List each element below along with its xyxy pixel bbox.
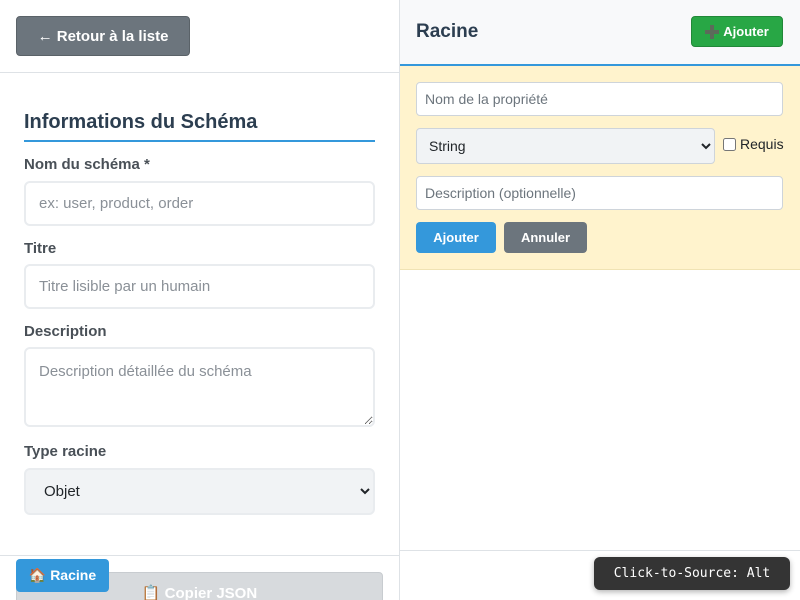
breadcrumb-root-button[interactable]: 🏠 Racine	[16, 559, 109, 592]
confirm-add-button[interactable]: Ajouter	[416, 222, 496, 253]
panel-title: Racine	[416, 21, 479, 42]
description-label: Description	[24, 323, 107, 340]
description-textarea[interactable]	[24, 347, 375, 427]
cancel-add-button[interactable]: Annuler	[504, 222, 587, 253]
schema-name-input[interactable]	[24, 181, 375, 226]
left-toolbar: ← Retour à la liste	[0, 0, 399, 73]
back-to-list-button[interactable]: ← Retour à la liste	[16, 16, 190, 56]
title-label: Titre	[24, 240, 57, 257]
add-property-form: String Requis Ajouter Annuler	[400, 66, 800, 270]
schema-name-label: Nom du schéma *	[24, 156, 150, 173]
section-title: Informations du Schéma	[24, 111, 375, 142]
schema-info-panel: ← Retour à la liste Informations du Sché…	[0, 0, 400, 600]
add-property-button[interactable]: Ajouter	[691, 16, 783, 47]
plus-icon	[705, 24, 720, 39]
title-input[interactable]	[24, 264, 375, 309]
properties-header: Racine Ajouter	[400, 0, 800, 66]
required-label: Requis	[740, 136, 784, 152]
required-checkbox[interactable]	[723, 137, 736, 151]
required-toggle[interactable]: Requis	[723, 136, 784, 152]
property-description-input[interactable]	[416, 176, 783, 210]
property-type-select[interactable]: String	[416, 128, 715, 164]
property-name-input[interactable]	[416, 82, 783, 116]
root-type-label: Type racine	[24, 443, 107, 460]
click-to-source-tooltip: Click-to-Source: Alt	[594, 557, 790, 590]
root-type-select[interactable]: Objet	[24, 468, 375, 515]
properties-panel: Racine Ajouter String Requis Ajouter Ann…	[400, 0, 800, 600]
add-property-label: Ajouter	[723, 24, 769, 39]
